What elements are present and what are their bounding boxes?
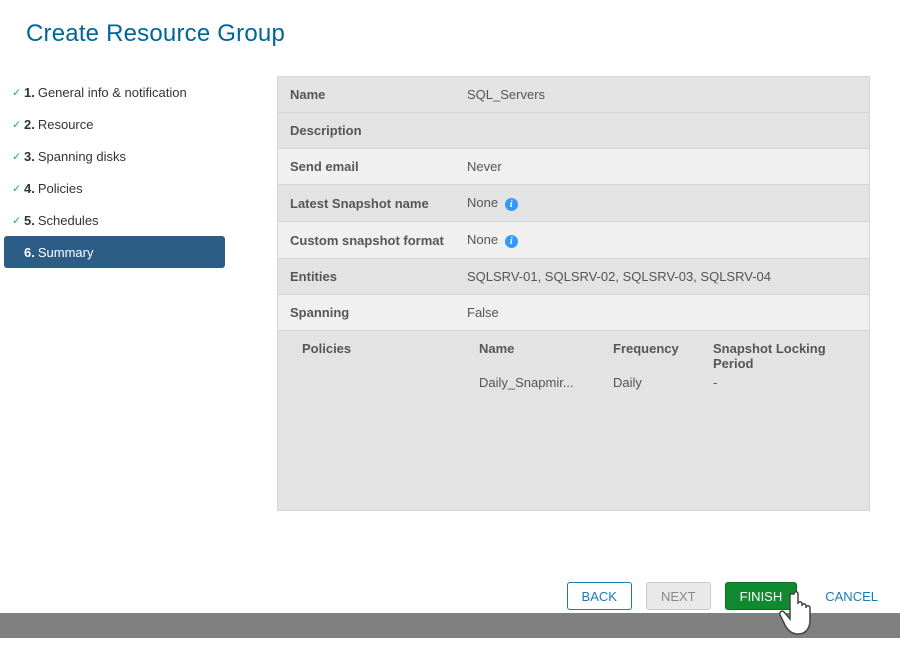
info-icon[interactable]: i bbox=[505, 235, 518, 248]
wizard-button-row: BACK NEXT FINISH CANCEL bbox=[567, 582, 892, 610]
summary-row-custom-snapshot: Custom snapshot format None i bbox=[278, 222, 869, 259]
step-label: Resource bbox=[38, 117, 94, 132]
next-button[interactable]: NEXT bbox=[646, 582, 711, 610]
summary-row-policies: Policies Name Frequency Snapshot Locking… bbox=[278, 331, 869, 510]
wizard-steps-sidebar: ✓ 1. General info & notification ✓ 2. Re… bbox=[0, 76, 225, 511]
cell-name: Daily_Snapmir... bbox=[479, 375, 613, 390]
step-number: 4. bbox=[24, 181, 35, 196]
step-policies[interactable]: ✓ 4. Policies bbox=[4, 172, 225, 204]
back-button[interactable]: BACK bbox=[567, 582, 632, 610]
step-number: 5. bbox=[24, 213, 35, 228]
field-label: Name bbox=[278, 77, 461, 112]
wizard-content: ✓ 1. General info & notification ✓ 2. Re… bbox=[0, 76, 900, 511]
step-label: Policies bbox=[38, 181, 83, 196]
summary-panel: Name SQL_Servers Description Send email … bbox=[277, 76, 870, 511]
field-label: Description bbox=[278, 113, 461, 148]
summary-row-description: Description bbox=[278, 113, 869, 149]
field-label: Send email bbox=[278, 149, 461, 184]
step-number: 1. bbox=[24, 85, 35, 100]
summary-row-name: Name SQL_Servers bbox=[278, 77, 869, 113]
check-icon: ✓ bbox=[12, 86, 24, 99]
cell-frequency: Daily bbox=[613, 375, 713, 390]
field-value: SQL_Servers bbox=[461, 77, 869, 112]
step-number: 6. bbox=[24, 245, 35, 260]
summary-row-entities: Entities SQLSRV-01, SQLSRV-02, SQLSRV-03… bbox=[278, 259, 869, 295]
page-title: Create Resource Group bbox=[0, 0, 900, 48]
field-label: Entities bbox=[278, 259, 461, 294]
policies-table-row: Daily_Snapmir... Daily - bbox=[479, 375, 851, 390]
finish-button[interactable]: FINISH bbox=[725, 582, 798, 610]
field-value: None i bbox=[461, 185, 869, 221]
check-icon: ✓ bbox=[12, 214, 24, 227]
info-icon[interactable]: i bbox=[505, 198, 518, 211]
summary-row-spanning: Spanning False bbox=[278, 295, 869, 331]
field-value: False bbox=[461, 295, 869, 330]
check-icon: ✓ bbox=[12, 118, 24, 131]
cancel-button[interactable]: CANCEL bbox=[811, 582, 892, 610]
policies-table: Name Frequency Snapshot Locking Period D… bbox=[473, 331, 857, 390]
step-label: Schedules bbox=[38, 213, 99, 228]
step-spanning-disks[interactable]: ✓ 3. Spanning disks bbox=[4, 140, 225, 172]
step-summary[interactable]: ✓ 6. Summary bbox=[4, 236, 225, 268]
field-value bbox=[461, 121, 869, 141]
col-locking-period: Snapshot Locking Period bbox=[713, 341, 851, 375]
field-label: Custom snapshot format bbox=[278, 223, 461, 258]
step-label: Summary bbox=[38, 245, 94, 260]
summary-row-latest-snapshot: Latest Snapshot name None i bbox=[278, 185, 869, 222]
step-label: General info & notification bbox=[38, 85, 187, 100]
field-value: Never bbox=[461, 149, 869, 184]
step-label: Spanning disks bbox=[38, 149, 126, 164]
footer-bar bbox=[0, 613, 900, 638]
step-schedules[interactable]: ✓ 5. Schedules bbox=[4, 204, 225, 236]
field-value: SQLSRV-01, SQLSRV-02, SQLSRV-03, SQLSRV-… bbox=[461, 259, 869, 294]
step-general-info[interactable]: ✓ 1. General info & notification bbox=[4, 76, 225, 108]
field-label: Latest Snapshot name bbox=[278, 186, 461, 221]
policies-table-header: Name Frequency Snapshot Locking Period bbox=[479, 341, 851, 375]
step-number: 3. bbox=[24, 149, 35, 164]
field-value: None i bbox=[461, 222, 869, 258]
col-name: Name bbox=[479, 341, 613, 375]
summary-row-sendemail: Send email Never bbox=[278, 149, 869, 185]
check-icon: ✓ bbox=[12, 150, 24, 163]
cell-locking-period: - bbox=[713, 375, 851, 390]
field-label: Policies bbox=[290, 331, 473, 366]
step-resource[interactable]: ✓ 2. Resource bbox=[4, 108, 225, 140]
field-label: Spanning bbox=[278, 295, 461, 330]
step-number: 2. bbox=[24, 117, 35, 132]
col-frequency: Frequency bbox=[613, 341, 713, 375]
check-icon: ✓ bbox=[12, 182, 24, 195]
